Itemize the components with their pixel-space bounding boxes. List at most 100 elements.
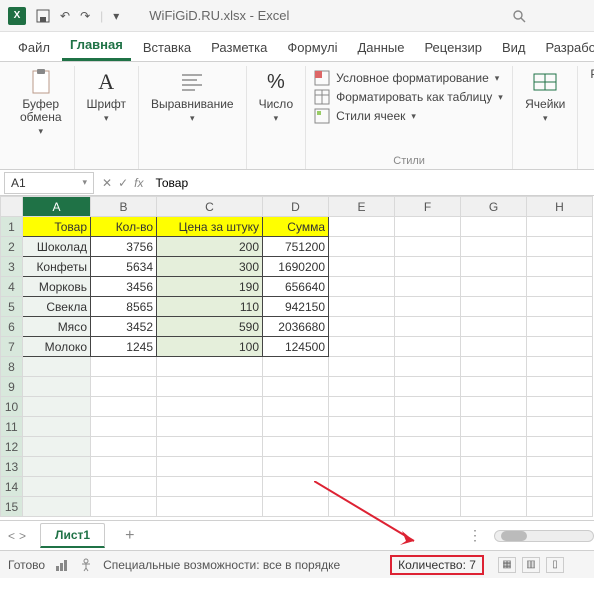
cell[interactable] [461, 417, 527, 437]
cell[interactable] [329, 217, 395, 237]
cells-button[interactable]: Ячейки [521, 66, 569, 126]
qat-customize-icon[interactable]: ▾ [113, 9, 119, 23]
cell[interactable] [527, 497, 593, 517]
view-page-break-icon[interactable]: ▯ [546, 557, 564, 573]
cell[interactable] [157, 417, 263, 437]
cell[interactable] [527, 437, 593, 457]
cell[interactable] [263, 497, 329, 517]
cell[interactable] [461, 257, 527, 277]
row-header[interactable]: 4 [1, 277, 23, 297]
cell[interactable] [329, 257, 395, 277]
cell[interactable] [263, 457, 329, 477]
cell[interactable]: Сумма [263, 217, 329, 237]
tab-view[interactable]: Вид [494, 34, 534, 61]
horizontal-scrollbar[interactable] [494, 530, 594, 542]
cell[interactable]: 3456 [91, 277, 157, 297]
cell[interactable] [461, 397, 527, 417]
cell[interactable] [157, 437, 263, 457]
cell[interactable]: 1245 [91, 337, 157, 357]
editing-button[interactable]: Ред [586, 66, 594, 83]
tab-formulas[interactable]: Формулі [279, 34, 345, 61]
format-as-table-button[interactable]: Форматировать как таблицу [314, 89, 504, 105]
cell[interactable] [461, 497, 527, 517]
cell[interactable] [461, 457, 527, 477]
cell[interactable] [395, 477, 461, 497]
cell[interactable] [527, 417, 593, 437]
cell[interactable] [461, 277, 527, 297]
tab-home[interactable]: Главная [62, 31, 131, 61]
row-header[interactable]: 1 [1, 217, 23, 237]
col-header-B[interactable]: B [91, 197, 157, 217]
cell[interactable]: 942150 [263, 297, 329, 317]
cell[interactable]: 190 [157, 277, 263, 297]
row-header[interactable]: 12 [1, 437, 23, 457]
cell[interactable]: Мясо [23, 317, 91, 337]
col-header-E[interactable]: E [329, 197, 395, 217]
cell[interactable]: 8565 [91, 297, 157, 317]
row-header[interactable]: 14 [1, 477, 23, 497]
sheet-tab[interactable]: Лист1 [40, 523, 105, 548]
cell[interactable] [461, 357, 527, 377]
cell[interactable] [91, 377, 157, 397]
cell[interactable] [527, 257, 593, 277]
cell[interactable] [329, 297, 395, 317]
row-header[interactable]: 8 [1, 357, 23, 377]
cell[interactable] [91, 397, 157, 417]
col-header-F[interactable]: F [395, 197, 461, 217]
cell[interactable] [91, 357, 157, 377]
row-header[interactable]: 5 [1, 297, 23, 317]
cell[interactable] [329, 357, 395, 377]
cell[interactable] [157, 457, 263, 477]
row-header[interactable]: 3 [1, 257, 23, 277]
cell[interactable] [461, 477, 527, 497]
cell[interactable] [157, 497, 263, 517]
sheet-nav-prev[interactable]: < [8, 529, 15, 543]
cell[interactable] [91, 457, 157, 477]
stats-icon[interactable] [55, 558, 69, 572]
cell[interactable] [395, 357, 461, 377]
redo-icon[interactable]: ↷ [80, 9, 90, 23]
cell[interactable]: Конфеты [23, 257, 91, 277]
cell[interactable]: 5634 [91, 257, 157, 277]
cell[interactable] [461, 377, 527, 397]
cell[interactable] [91, 417, 157, 437]
row-header[interactable]: 9 [1, 377, 23, 397]
search-icon[interactable] [512, 9, 526, 23]
cell[interactable] [329, 497, 395, 517]
col-header-D[interactable]: D [263, 197, 329, 217]
cell[interactable] [329, 457, 395, 477]
cell[interactable] [263, 397, 329, 417]
cell[interactable] [527, 377, 593, 397]
cell[interactable]: 100 [157, 337, 263, 357]
cell-styles-button[interactable]: Стили ячеек [314, 108, 504, 124]
row-header[interactable]: 11 [1, 417, 23, 437]
cell[interactable] [527, 457, 593, 477]
cell[interactable] [263, 477, 329, 497]
cell[interactable] [395, 417, 461, 437]
accessibility-icon[interactable] [79, 558, 93, 572]
cell[interactable] [395, 237, 461, 257]
cell[interactable] [329, 277, 395, 297]
cell[interactable] [329, 237, 395, 257]
cell[interactable] [527, 277, 593, 297]
row-header[interactable]: 6 [1, 317, 23, 337]
cell[interactable] [395, 257, 461, 277]
tab-review[interactable]: Рецензир [416, 34, 490, 61]
cell[interactable] [527, 357, 593, 377]
paste-button[interactable]: Буфер обмена [16, 66, 66, 139]
cell[interactable] [527, 317, 593, 337]
enter-icon[interactable]: ✓ [118, 176, 128, 190]
cell[interactable] [461, 337, 527, 357]
undo-icon[interactable]: ↶ [60, 9, 70, 23]
cell[interactable]: Шоколад [23, 237, 91, 257]
tab-insert[interactable]: Вставка [135, 34, 199, 61]
cell[interactable] [395, 317, 461, 337]
cell[interactable]: 751200 [263, 237, 329, 257]
tab-layout[interactable]: Разметка [203, 34, 275, 61]
cell[interactable]: Свекла [23, 297, 91, 317]
save-icon[interactable] [36, 9, 50, 23]
cell[interactable] [395, 297, 461, 317]
tab-developer[interactable]: Разрабо [537, 34, 594, 61]
new-sheet-button[interactable]: + [125, 527, 134, 545]
alignment-button[interactable]: Выравнивание [147, 66, 238, 126]
